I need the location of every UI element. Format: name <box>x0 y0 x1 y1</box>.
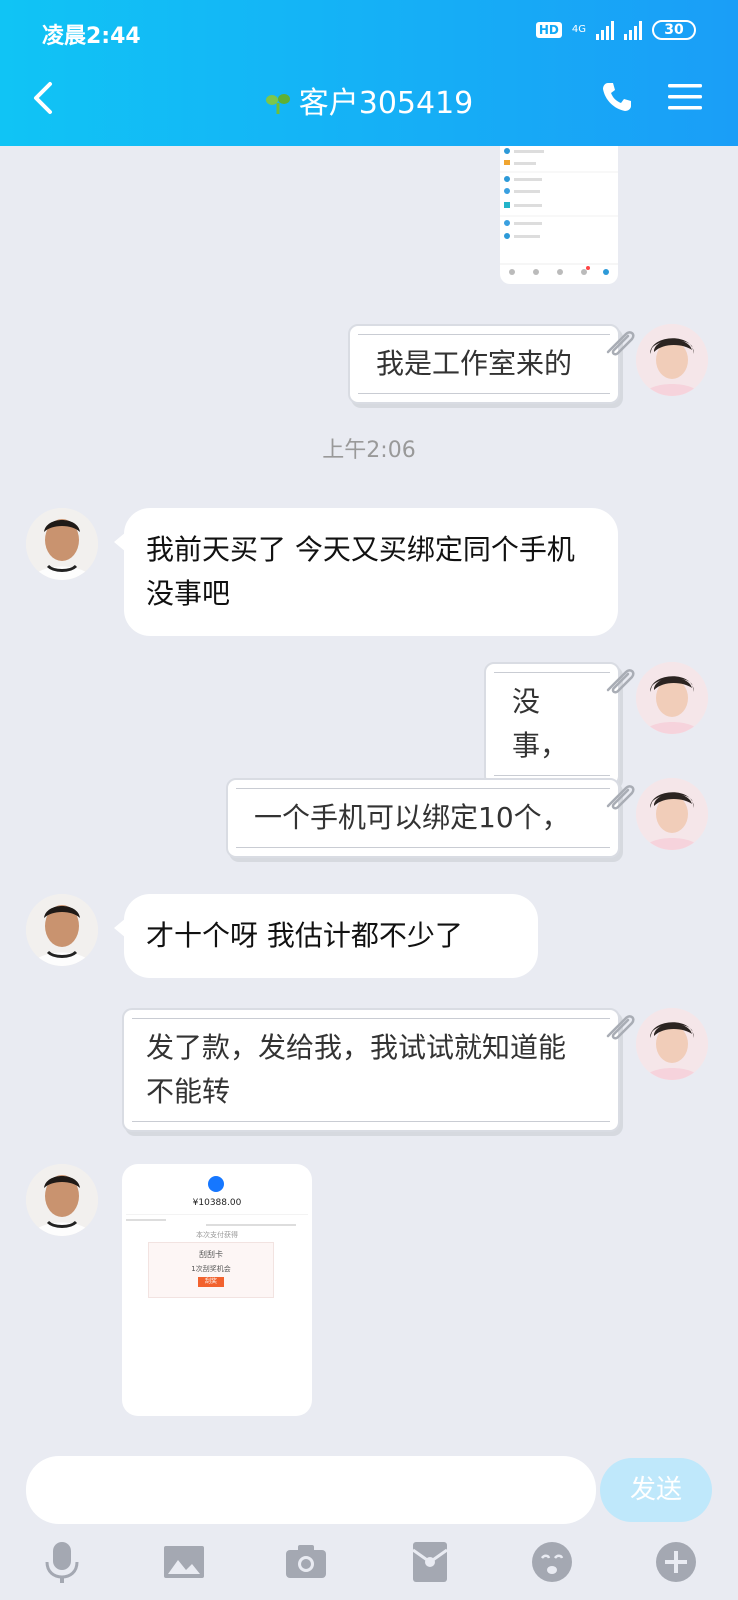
payment-logo-icon <box>208 1176 224 1192</box>
battery-icon: 30 <box>652 20 696 40</box>
chat-title-text: 客户305419 <box>298 86 474 121</box>
avatar-other[interactable] <box>26 894 98 966</box>
message-bubble-self[interactable]: 没事， <box>484 662 620 786</box>
scratch-card[interactable]: 刮刮卡 1次刮奖机会 刮奖 <box>148 1242 274 1298</box>
paperclip-icon <box>606 1015 635 1040</box>
paperclip-icon <box>606 331 635 356</box>
message-text: 没事， <box>512 685 569 762</box>
message-bubble-other[interactable]: 才十个呀 我估计都不少了 <box>114 894 538 978</box>
menu-icon[interactable] <box>668 82 702 112</box>
avatar-self-image <box>636 662 708 734</box>
avatar-self[interactable] <box>636 778 708 850</box>
network-type: 4G <box>571 24 586 35</box>
payment-details-lines <box>126 1214 308 1229</box>
emoji-icon[interactable] <box>530 1540 574 1584</box>
status-time: 凌晨2:44 <box>42 24 141 49</box>
message-text: 我是工作室来的 <box>376 347 573 380</box>
avatar-self[interactable] <box>636 662 708 734</box>
avatar-other[interactable] <box>26 1164 98 1236</box>
avatar-other-image <box>26 508 98 580</box>
message-text: 才十个呀 我估计都不少了 <box>146 919 463 952</box>
avatar-other[interactable] <box>26 508 98 580</box>
scratch-card-subtitle: 1次刮奖机会 <box>191 1265 231 1273</box>
message-bubble-self[interactable]: 一个手机可以绑定10个， <box>226 778 620 858</box>
avatar-self[interactable] <box>636 1008 708 1080</box>
paperclip-icon <box>606 785 635 810</box>
avatar-self-image <box>636 1008 708 1080</box>
plus-icon[interactable] <box>654 1540 698 1584</box>
red-packet-icon[interactable] <box>408 1540 452 1584</box>
signal-icon-2 <box>624 20 642 40</box>
payment-amount: ¥10388.00 <box>192 1198 242 1208</box>
scratch-card-title: 刮刮卡 <box>199 1250 223 1259</box>
screenshot-content <box>500 148 618 275</box>
reward-section-title: 本次支付获得 <box>196 1231 238 1239</box>
send-button[interactable]: 发送 <box>600 1458 712 1522</box>
paperclip-icon <box>606 669 635 694</box>
message-text: 我前天买了 今天又买绑定同个手机没事吧 <box>146 533 575 610</box>
avatar-self-image <box>636 778 708 850</box>
message-text: 发了款，发给我，我试试就知道能不能转 <box>146 1031 567 1108</box>
signal-icon <box>596 20 614 40</box>
microphone-icon[interactable] <box>40 1540 84 1584</box>
camera-icon[interactable] <box>284 1540 328 1584</box>
message-bubble-self[interactable]: 发了款，发给我，我试试就知道能不能转 <box>122 1008 620 1132</box>
message-text: 一个手机可以绑定10个， <box>254 801 570 834</box>
image-message-settings-screenshot[interactable] <box>500 146 618 284</box>
message-bubble-other[interactable]: 我前天买了 今天又买绑定同个手机没事吧 <box>114 508 618 636</box>
chat-header: 凌晨2:44 HD 4G 30 客户305419 <box>0 0 738 146</box>
avatar-self[interactable] <box>636 324 708 396</box>
sprout-icon <box>265 94 290 114</box>
avatar-self-image <box>636 324 708 396</box>
avatar-other-image <box>26 894 98 966</box>
avatar-other-image <box>26 1164 98 1236</box>
phone-call-icon[interactable] <box>600 80 634 114</box>
image-message-payment-screenshot[interactable]: ¥10388.00 本次支付获得 刮刮卡 1次刮奖机会 刮奖 <box>122 1164 312 1416</box>
message-bubble-self[interactable]: 我是工作室来的 <box>348 324 620 404</box>
scratch-button[interactable]: 刮奖 <box>198 1277 224 1287</box>
status-indicators: HD 4G 30 <box>535 20 696 40</box>
message-timestamp: 上午2:06 <box>322 438 416 463</box>
message-input[interactable] <box>26 1456 596 1524</box>
image-icon[interactable] <box>162 1540 206 1584</box>
hd-badge: HD <box>535 22 562 38</box>
